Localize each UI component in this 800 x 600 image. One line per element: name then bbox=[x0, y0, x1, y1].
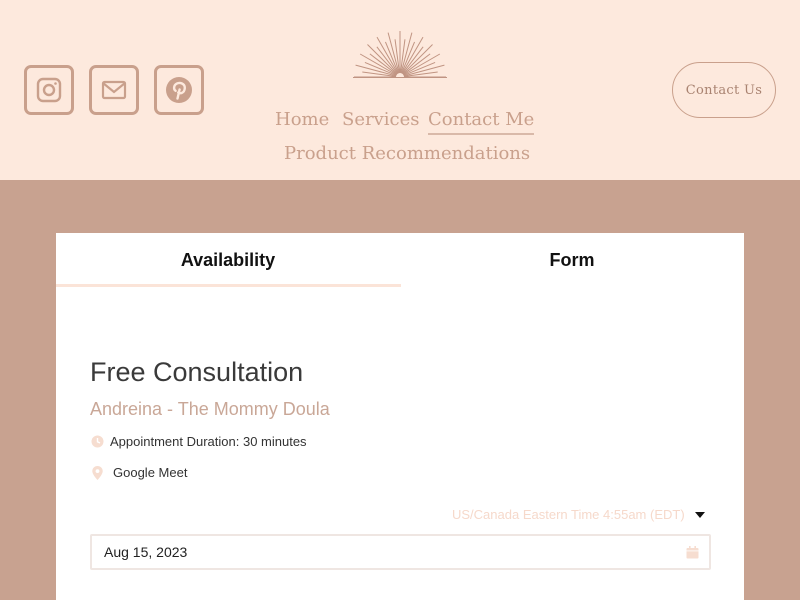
logo-ray bbox=[403, 53, 441, 76]
instagram-link[interactable] bbox=[24, 65, 74, 115]
location-row: Google Meet bbox=[90, 465, 187, 480]
logo-ray bbox=[401, 36, 424, 74]
instagram-icon bbox=[36, 77, 62, 103]
logo-ray bbox=[359, 53, 397, 76]
tab-form[interactable]: Form bbox=[400, 233, 744, 287]
nav-product-recommendations[interactable]: Product Recommendations bbox=[284, 143, 530, 165]
nav-services[interactable]: Services bbox=[342, 109, 419, 131]
map-pin-icon bbox=[90, 465, 104, 480]
location-text: Google Meet bbox=[113, 465, 188, 480]
caret-down-icon bbox=[694, 511, 705, 518]
timezone-text: US/Canada Eastern Time 4:55am (EDT) bbox=[452, 507, 685, 522]
date-field[interactable]: Aug 15, 2023 bbox=[90, 534, 711, 570]
active-tab-indicator bbox=[56, 284, 401, 287]
provider-name: Andreina - The Mommy Doula bbox=[90, 399, 330, 419]
appointment-title: Free Consultation bbox=[90, 357, 304, 387]
email-link[interactable] bbox=[89, 65, 139, 115]
pinterest-link[interactable] bbox=[154, 65, 204, 115]
logo-ray bbox=[376, 36, 399, 74]
site-header: Home Services Contact Me Product Recomme… bbox=[0, 0, 800, 180]
sunburst-logo bbox=[353, 31, 447, 78]
contact-us-button[interactable]: Contact Us bbox=[672, 62, 776, 118]
tab-availability[interactable]: Availability bbox=[56, 233, 400, 287]
pinterest-icon bbox=[166, 77, 192, 103]
mail-icon bbox=[101, 80, 127, 100]
nav-home[interactable]: Home bbox=[275, 109, 329, 131]
clock-icon bbox=[90, 435, 104, 449]
duration-row: Appointment Duration: 30 minutes bbox=[90, 434, 307, 449]
timezone-selector[interactable]: US/Canada Eastern Time 4:55am (EDT) bbox=[452, 507, 705, 522]
scheduler-card: Availability Form Free Consultation Andr… bbox=[56, 233, 744, 600]
calendar-icon bbox=[686, 546, 699, 559]
nav-contact-me[interactable]: Contact Me bbox=[428, 109, 535, 135]
duration-text: Appointment Duration: 30 minutes bbox=[110, 434, 307, 449]
date-value: Aug 15, 2023 bbox=[104, 544, 188, 560]
